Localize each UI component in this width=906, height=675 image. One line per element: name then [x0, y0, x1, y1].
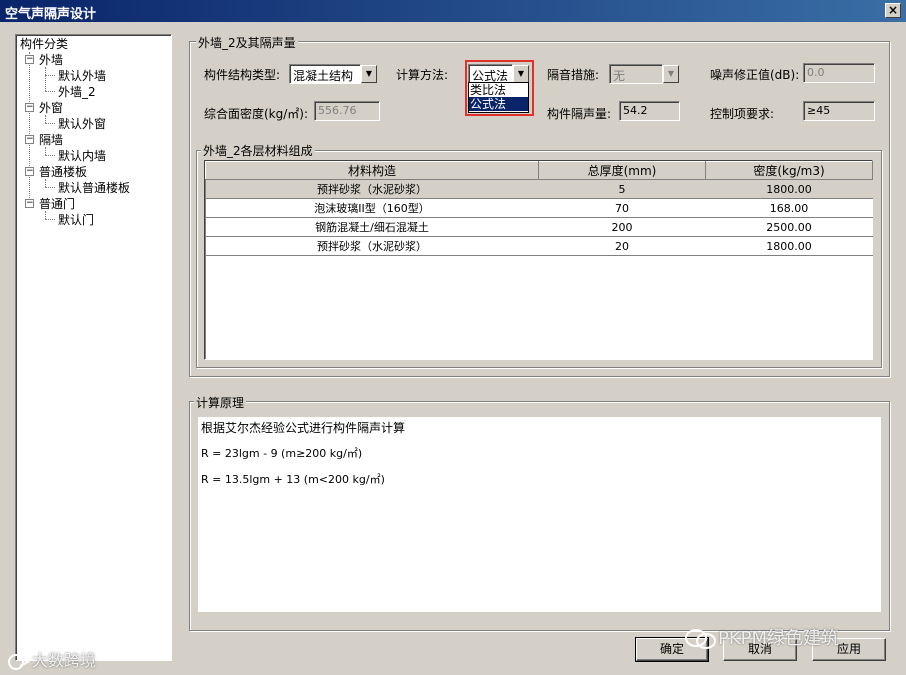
- close-button[interactable]: ×: [885, 3, 901, 18]
- density-cell: 2500.00: [705, 217, 873, 237]
- insulation-field: 54.2: [619, 101, 680, 121]
- window-title: 空气声隔声设计: [5, 7, 97, 22]
- chevron-down-icon: ▼: [663, 65, 679, 83]
- control-field: ≥45: [803, 101, 875, 121]
- tree-node-partition[interactable]: 隔墙: [39, 133, 63, 147]
- density-cell: 1800.00: [705, 179, 873, 199]
- measure-value: 无: [609, 64, 663, 84]
- tree-leaf-default-exterior-wall[interactable]: 默认外墙: [58, 69, 106, 83]
- tree-node-floor-slab[interactable]: 普通楼板: [39, 165, 87, 179]
- density-cell: 168.00: [705, 198, 873, 218]
- noise-correction-field: 0.0: [803, 63, 875, 83]
- tree-leaf-default-door[interactable]: 默认门: [58, 213, 94, 227]
- table-row[interactable]: 钢筋混凝土/细石混凝土 200 2500.00: [205, 217, 873, 237]
- properties-group-title: 外墙_2及其隔声量: [196, 34, 298, 51]
- thickness-cell: 20: [538, 236, 706, 256]
- table-row[interactable]: 预拌砂浆（水泥砂浆） 5 1800.00: [205, 179, 873, 199]
- measure-label: 隔音措施:: [547, 68, 600, 82]
- tree-leaf-default-floor-slab[interactable]: 默认普通楼板: [58, 181, 130, 195]
- structure-type-label: 构件结构类型:: [204, 68, 281, 82]
- tree-leaf-exterior-wall-2[interactable]: 外墙_2: [58, 85, 96, 99]
- site-watermark: 大数跨境: [6, 647, 96, 671]
- tree-node-door[interactable]: 普通门: [39, 197, 75, 211]
- table-row[interactable]: 泡沫玻璃II型（160型） 70 168.00: [205, 198, 873, 218]
- density-cell: 1800.00: [705, 236, 873, 256]
- tree-leaf-default-partition[interactable]: 默认内墙: [58, 149, 106, 163]
- annotation-highlight-box: [465, 60, 534, 116]
- thickness-cell: 70: [538, 198, 706, 218]
- component-tree[interactable]: 构件分类 − 外墙 默认外墙 外墙_2 − 外窗 默认外窗 − 隔墙 默认内墙 …: [15, 34, 172, 661]
- thickness-cell: 5: [538, 179, 706, 199]
- brand-watermark: PKPM绿色建筑: [684, 624, 839, 650]
- formula-light: R = 13.5lgm + 13 (m<200 kg/㎡): [201, 473, 385, 486]
- materials-table[interactable]: 材料构造 总厚度(mm) 密度(kg/m3) 预拌砂浆（水泥砂浆） 5 1800…: [204, 160, 873, 360]
- materials-group-title: 外墙_2各层材料组成: [201, 142, 315, 159]
- tree-root[interactable]: 构件分类: [20, 37, 68, 51]
- tree-node-exterior-wall[interactable]: 外墙: [39, 53, 63, 67]
- insulation-label: 构件隔声量:: [547, 107, 612, 121]
- expand-collapse-icon[interactable]: −: [25, 135, 34, 144]
- material-cell: 泡沫玻璃II型（160型）: [205, 198, 539, 218]
- structure-type-value: 混凝土结构: [289, 64, 361, 84]
- table-row[interactable]: 预拌砂浆（水泥砂浆） 20 1800.00: [205, 236, 873, 256]
- window-titlebar: 空气声隔声设计: [0, 0, 906, 22]
- calc-description: 根据艾尔杰经验公式进行构件隔声计算: [201, 421, 406, 435]
- chevron-down-icon[interactable]: ▼: [361, 65, 377, 83]
- thickness-cell: 200: [538, 217, 706, 237]
- expand-collapse-icon[interactable]: −: [25, 55, 34, 64]
- site-logo-icon: [6, 653, 32, 671]
- structure-type-select[interactable]: 混凝土结构 ▼: [289, 64, 377, 84]
- calc-principle-title: 计算原理: [194, 394, 247, 411]
- column-header-thickness[interactable]: 总厚度(mm): [538, 161, 706, 180]
- measure-select: 无 ▼: [609, 64, 679, 84]
- material-cell: 钢筋混凝土/细石混凝土: [205, 217, 539, 237]
- expand-collapse-icon[interactable]: −: [25, 199, 34, 208]
- wechat-icon: [684, 628, 718, 650]
- areal-density-field: 556.76: [314, 101, 380, 121]
- calc-principle-text: 根据艾尔杰经验公式进行构件隔声计算 R = 23lgm - 9 (m≥200 k…: [198, 417, 881, 612]
- close-icon: ×: [887, 3, 899, 17]
- tree-node-exterior-window[interactable]: 外窗: [39, 101, 63, 115]
- areal-density-label: 综合面密度(kg/㎡):: [204, 107, 309, 121]
- column-header-density[interactable]: 密度(kg/m3): [705, 161, 873, 180]
- material-cell: 预拌砂浆（水泥砂浆）: [205, 236, 539, 256]
- expand-collapse-icon[interactable]: −: [25, 167, 34, 176]
- expand-collapse-icon[interactable]: −: [25, 103, 34, 112]
- tree-leaf-default-window[interactable]: 默认外窗: [58, 117, 106, 131]
- noise-correction-label: 噪声修正值(dB):: [710, 68, 800, 82]
- control-label: 控制项要求:: [710, 107, 775, 121]
- column-header-material[interactable]: 材料构造: [205, 161, 539, 180]
- formula-heavy: R = 23lgm - 9 (m≥200 kg/㎡): [201, 447, 363, 460]
- calc-method-label: 计算方法:: [396, 68, 449, 82]
- material-cell: 预拌砂浆（水泥砂浆）: [205, 179, 539, 199]
